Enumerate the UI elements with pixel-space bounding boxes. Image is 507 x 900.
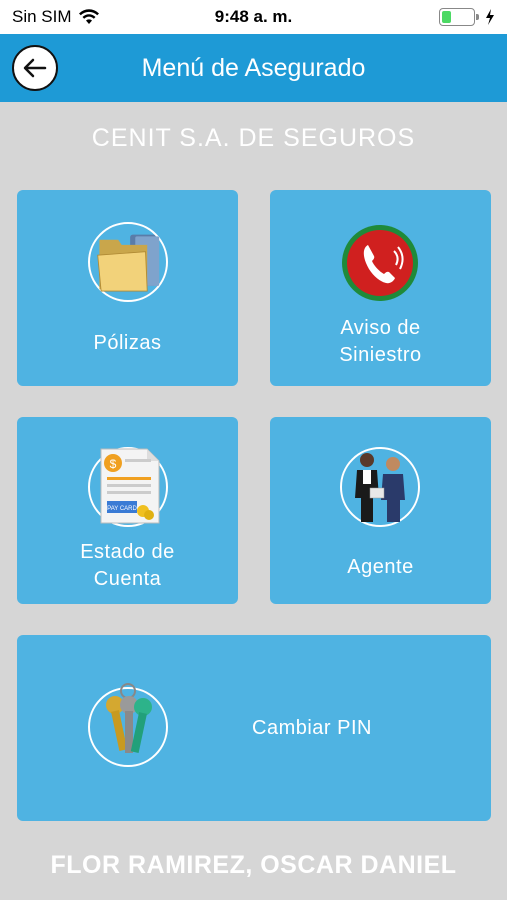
nav-bar: Menú de Asegurado: [0, 34, 507, 102]
company-name: CENIT S.A. DE SEGUROS: [91, 124, 416, 152]
phone-icon: [340, 223, 420, 303]
tile-label: Agente: [347, 556, 414, 578]
tile-label-line1: Estado de: [80, 541, 175, 563]
page-title: Menú de Asegurado: [141, 54, 366, 82]
tile-label: Estado de Cuenta: [17, 539, 238, 593]
charging-bolt-icon: [486, 9, 494, 25]
tile-label: Pólizas: [93, 332, 162, 354]
pay-card-icon: $ PAY CARD: [88, 447, 168, 527]
battery-level-fill: [442, 11, 451, 23]
status-time: 9:48 a. m.: [214, 7, 293, 26]
status-bar: Sin SIM 9:48 a. m.: [0, 0, 507, 34]
keys-icon: [88, 683, 168, 767]
tile-cambiar-pin[interactable]: Cambiar PIN: [17, 635, 491, 821]
battery-icon: [439, 8, 479, 26]
tile-label-line1: Aviso de: [340, 317, 421, 339]
tile-label-line2: Siniestro: [339, 344, 422, 366]
folder-icon: [88, 222, 168, 302]
tile-aviso-de-siniestro[interactable]: Aviso de Siniestro: [270, 190, 491, 386]
tile-label-line2: Cuenta: [93, 568, 162, 590]
tile-label: Aviso de Siniestro: [270, 315, 491, 369]
svg-text:$: $: [110, 457, 117, 471]
tile-label: Cambiar PIN: [252, 717, 372, 739]
pay-card-icon-text: PAY CARD: [107, 506, 137, 512]
battery-group: [439, 8, 495, 26]
tile-estado-de-cuenta[interactable]: $ PAY CARD Estado de Cuenta: [17, 417, 238, 604]
user-name: FLOR RAMIREZ, OSCAR DANIEL: [50, 851, 457, 879]
agent-people-icon: [340, 447, 420, 527]
tile-agente[interactable]: Agente: [270, 417, 491, 604]
tile-polizas[interactable]: Pólizas: [17, 190, 238, 386]
